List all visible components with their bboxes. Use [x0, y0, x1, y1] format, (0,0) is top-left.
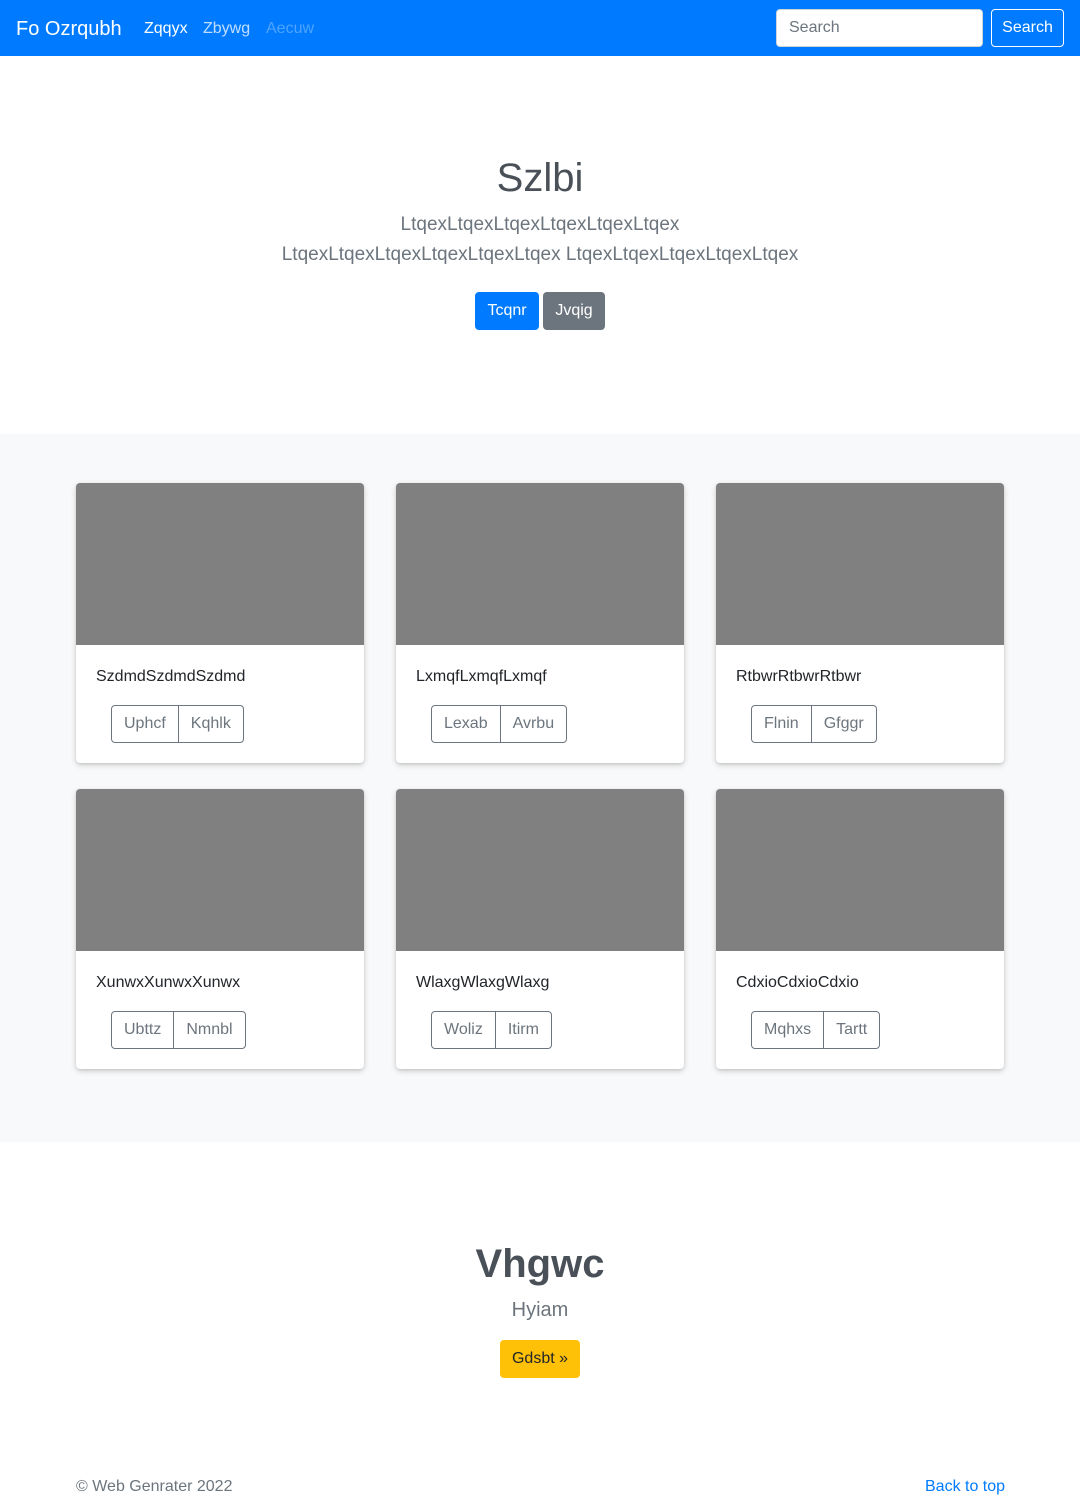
hero-secondary-button[interactable]: Jvqig	[543, 292, 605, 330]
card-button-2[interactable]: Nmnbl	[173, 1011, 246, 1049]
card-button-1[interactable]: Uphcf	[111, 705, 179, 743]
back-to-top-link[interactable]: Back to top	[925, 1476, 1005, 1498]
album-section: SzdmdSzdmdSzdmd Uphcf Kqhlk LxmqfLxmqfLx…	[0, 434, 1080, 1142]
nav-link-aecuw: Aecuw	[266, 20, 315, 37]
card-button-2[interactable]: Gfggr	[810, 705, 877, 743]
nav-link-zqqyx[interactable]: Zqqyx	[144, 18, 188, 40]
search-button[interactable]: Search	[991, 9, 1064, 47]
card: SzdmdSzdmdSzdmd Uphcf Kqhlk	[76, 483, 364, 763]
nav-link-zbywg[interactable]: Zbywg	[203, 18, 250, 40]
card-button-group: Lexab Avrbu	[431, 705, 568, 743]
card-button-1[interactable]: Woliz	[431, 1011, 496, 1049]
card-text: RtbwrRtbwrRtbwr	[736, 668, 862, 685]
brand-link[interactable]: Fo Ozrqubh	[16, 15, 122, 43]
navbar: Fo Ozrqubh Zqqyx Zbywg Aecuw Search	[0, 0, 1080, 56]
card-button-group: Mqhxs Tartt	[751, 1011, 881, 1049]
card-button-2[interactable]: Itirm	[494, 1011, 552, 1049]
hero-lead: LtqexLtqexLtqexLtqexLtqexLtqex LtqexLtqe…	[281, 214, 799, 265]
card-image-placeholder	[76, 483, 364, 645]
card: RtbwrRtbwrRtbwr Flnin Gfggr	[716, 483, 1004, 763]
card: LxmqfLxmqfLxmqf Lexab Avrbu	[396, 483, 684, 763]
card-button-1[interactable]: Flnin	[751, 705, 812, 743]
card-button-group: Ubttz Nmnbl	[111, 1011, 246, 1049]
hero-primary-button[interactable]: Tcqnr	[475, 292, 539, 330]
card-button-group: Woliz Itirm	[431, 1011, 552, 1049]
card-image-placeholder	[716, 483, 1004, 645]
card-image-placeholder	[396, 789, 684, 951]
card-button-1[interactable]: Lexab	[431, 705, 501, 743]
card-image-placeholder	[396, 483, 684, 645]
card-text: CdxioCdxioCdxio	[736, 974, 859, 991]
card-button-2[interactable]: Kqhlk	[177, 705, 244, 743]
card-text: LxmqfLxmqfLxmqf	[416, 668, 547, 685]
card: XunwxXunwxXunwx Ubttz Nmnbl	[76, 789, 364, 1069]
cta-button[interactable]: Gdsbt »	[500, 1340, 580, 1378]
card-image-placeholder	[76, 789, 364, 951]
cta-subtitle: Hyiam	[511, 1299, 569, 1321]
card-button-2[interactable]: Avrbu	[499, 705, 568, 743]
search-input[interactable]	[776, 9, 983, 47]
cta-title: Vhgwc	[475, 1242, 605, 1286]
card-text: WlaxgWlaxgWlaxg	[416, 974, 550, 991]
footer-copyright: © Web Genrater 2022	[76, 1478, 233, 1495]
card-image-placeholder	[716, 789, 1004, 951]
card-button-1[interactable]: Mqhxs	[751, 1011, 825, 1049]
card-text: XunwxXunwxXunwx	[96, 974, 241, 991]
card-text: SzdmdSzdmdSzdmd	[96, 668, 246, 685]
card-button-1[interactable]: Ubttz	[111, 1011, 175, 1049]
card-button-group: Flnin Gfggr	[751, 705, 877, 743]
card: WlaxgWlaxgWlaxg Woliz Itirm	[396, 789, 684, 1069]
card-button-2[interactable]: Tartt	[823, 1011, 881, 1049]
card-button-group: Uphcf Kqhlk	[111, 705, 244, 743]
hero-title: Szlbi	[496, 156, 584, 200]
card: CdxioCdxioCdxio Mqhxs Tartt	[716, 789, 1004, 1069]
